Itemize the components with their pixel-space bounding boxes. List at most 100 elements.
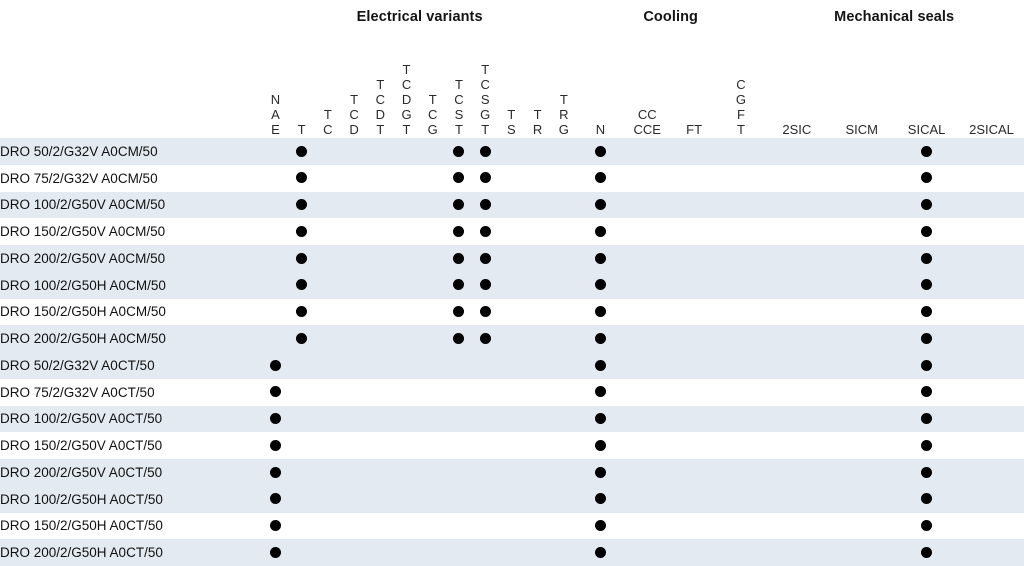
availability-dot xyxy=(594,225,606,237)
availability-dot xyxy=(453,145,465,157)
cell-CCCCE xyxy=(623,164,671,192)
cell-TR xyxy=(524,352,551,379)
cell-TRG xyxy=(550,352,577,379)
cell-TCD xyxy=(340,164,368,192)
cell-CGFT xyxy=(717,245,765,272)
cell-TR xyxy=(524,271,551,299)
cell-CCCCE xyxy=(623,191,671,219)
cell-CGFT xyxy=(717,378,765,406)
cell-TCDT xyxy=(367,432,394,459)
availability-dot xyxy=(269,439,281,451)
cell-TCDGT xyxy=(393,512,420,540)
cell-TCD xyxy=(340,352,368,379)
cell-NAE xyxy=(262,405,289,433)
cell-N xyxy=(576,378,624,406)
cell-SICAL xyxy=(894,378,960,406)
cell-T xyxy=(288,352,315,379)
cell-2SICAL xyxy=(959,539,1024,566)
availability-dot xyxy=(921,386,933,398)
table-row: DRO 100/2/G50H A0CT/50 xyxy=(0,485,1024,513)
cell-SICM xyxy=(829,325,895,352)
table-row: DRO 75/2/G32V A0CT/50 xyxy=(0,378,1024,406)
cell-TRG xyxy=(550,245,577,272)
cell-2SIC xyxy=(764,485,830,513)
cell-2SIC xyxy=(764,164,830,192)
cell-TCDT xyxy=(367,271,394,299)
cell-TCSGT xyxy=(472,298,499,326)
cell-TRG xyxy=(550,459,577,486)
cell-TCSGT xyxy=(472,378,499,406)
cell-SICAL xyxy=(894,325,960,352)
cell-NAE xyxy=(262,325,289,352)
cell-CCCCE xyxy=(623,218,671,245)
cell-FT xyxy=(670,485,718,513)
column-header-FT: FT xyxy=(670,34,718,138)
cell-TCST xyxy=(445,325,473,352)
cell-FT xyxy=(670,298,718,326)
cell-TC xyxy=(314,352,341,379)
row-label: DRO 200/2/G50V A0CT/50 xyxy=(0,459,263,486)
availability-dot xyxy=(921,493,933,505)
cell-TR xyxy=(524,245,551,272)
cell-TCD xyxy=(340,218,368,245)
cell-2SICAL xyxy=(959,218,1024,245)
cell-TC xyxy=(314,164,341,192)
cell-2SIC xyxy=(764,539,830,566)
cell-TCG xyxy=(419,138,446,165)
cell-TR xyxy=(524,164,551,192)
cell-TCST xyxy=(445,298,473,326)
cell-TCSGT xyxy=(472,138,499,165)
cell-TCDT xyxy=(367,352,394,379)
cell-TCSGT xyxy=(472,325,499,352)
cell-TC xyxy=(314,245,341,272)
availability-dot xyxy=(269,413,281,425)
cell-2SICAL xyxy=(959,164,1024,192)
cell-SICAL xyxy=(894,432,960,459)
cell-TCST xyxy=(445,485,473,513)
cell-TCDGT xyxy=(393,459,420,486)
cell-TCDGT xyxy=(393,218,420,245)
cell-N xyxy=(576,325,624,352)
cell-TRG xyxy=(550,539,577,566)
table-row: DRO 200/2/G50V A0CM/50 xyxy=(0,245,1024,272)
cell-TCST xyxy=(445,378,473,406)
table-row: DRO 150/2/G50V A0CT/50 xyxy=(0,432,1024,459)
cell-TR xyxy=(524,138,551,165)
cell-TCST xyxy=(445,245,473,272)
availability-dot xyxy=(296,145,308,157)
availability-dot xyxy=(594,332,606,344)
cell-TCDT xyxy=(367,378,394,406)
cell-SICAL xyxy=(894,164,960,192)
availability-dot xyxy=(594,279,606,291)
availability-dot xyxy=(594,520,606,532)
cell-TC xyxy=(314,432,341,459)
cell-2SICAL xyxy=(959,245,1024,272)
cell-NAE xyxy=(262,271,289,299)
row-label: DRO 100/2/G50H A0CM/50 xyxy=(0,271,263,299)
column-header-T: T xyxy=(288,34,315,138)
availability-dot xyxy=(453,225,465,237)
row-label: DRO 50/2/G32V A0CT/50 xyxy=(0,352,263,379)
availability-dot xyxy=(594,359,606,371)
table-row: DRO 100/2/G50V A0CT/50 xyxy=(0,405,1024,433)
row-label: DRO 100/2/G50V A0CT/50 xyxy=(0,405,263,433)
cell-N xyxy=(576,432,624,459)
cell-TC xyxy=(314,459,341,486)
cell-T xyxy=(288,432,315,459)
cell-TR xyxy=(524,405,551,433)
cell-TCDT xyxy=(367,218,394,245)
availability-dot xyxy=(296,172,308,184)
cell-TCDT xyxy=(367,298,394,326)
availability-dot xyxy=(921,252,933,264)
cell-T xyxy=(288,378,315,406)
cell-2SICAL xyxy=(959,459,1024,486)
cell-SICAL xyxy=(894,405,960,433)
cell-FT xyxy=(670,378,718,406)
availability-dot xyxy=(269,466,281,478)
cell-NAE xyxy=(262,298,289,326)
cell-TS xyxy=(498,378,525,406)
cell-2SICAL xyxy=(959,191,1024,219)
availability-dot xyxy=(594,172,606,184)
availability-dot xyxy=(479,279,491,291)
cell-SICAL xyxy=(894,218,960,245)
